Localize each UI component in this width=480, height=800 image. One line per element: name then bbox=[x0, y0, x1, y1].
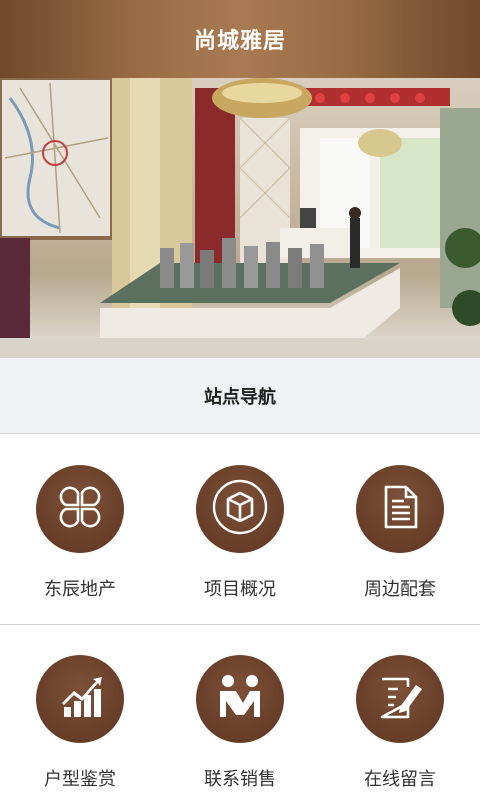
nav-row: 户型鉴赏 联系销售 在线留言 bbox=[0, 625, 480, 800]
nav-item-surroundings[interactable]: 周边配套 bbox=[320, 435, 480, 625]
nav-item-company[interactable]: 东辰地产 bbox=[0, 435, 160, 625]
growth-chart-icon bbox=[52, 669, 108, 729]
banner-image bbox=[0, 78, 480, 358]
cube-icon bbox=[210, 477, 270, 541]
app-header: 尚城雅居 bbox=[0, 0, 480, 78]
nav-item-label: 东辰地产 bbox=[44, 579, 116, 600]
nav-item-project[interactable]: 项目概况 bbox=[160, 435, 320, 625]
nav-item-label: 联系销售 bbox=[204, 769, 276, 790]
nav-row: 东辰地产 项目概况 周边配套 bbox=[0, 435, 480, 625]
page-title: 尚城雅居 bbox=[193, 29, 286, 54]
nav-item-message[interactable]: 在线留言 bbox=[320, 625, 480, 800]
nav-item-icon-bg bbox=[196, 655, 284, 743]
nav-item-contact-sales[interactable]: 联系销售 bbox=[160, 625, 320, 800]
clover-icon bbox=[52, 479, 108, 539]
document-icon bbox=[372, 479, 428, 539]
section-header: 站点导航 bbox=[0, 358, 480, 434]
nav-item-icon-bg bbox=[356, 655, 444, 743]
people-icon bbox=[210, 667, 270, 731]
edit-note-icon bbox=[372, 669, 428, 729]
nav-item-label: 项目概况 bbox=[204, 579, 276, 600]
nav-item-label: 在线留言 bbox=[364, 769, 436, 790]
nav-item-label: 户型鉴赏 bbox=[44, 769, 116, 790]
nav-item-floorplans[interactable]: 户型鉴赏 bbox=[0, 625, 160, 800]
nav-item-icon-bg bbox=[356, 465, 444, 553]
nav-item-icon-bg bbox=[36, 465, 124, 553]
nav-item-icon-bg bbox=[196, 465, 284, 553]
nav-item-icon-bg bbox=[36, 655, 124, 743]
section-title: 站点导航 bbox=[204, 386, 276, 408]
nav-item-label: 周边配套 bbox=[364, 579, 436, 600]
nav-grid: 东辰地产 项目概况 周边配套 户型鉴赏 联系销售 在线留言 bbox=[0, 435, 480, 800]
banner-carousel[interactable] bbox=[0, 78, 480, 358]
